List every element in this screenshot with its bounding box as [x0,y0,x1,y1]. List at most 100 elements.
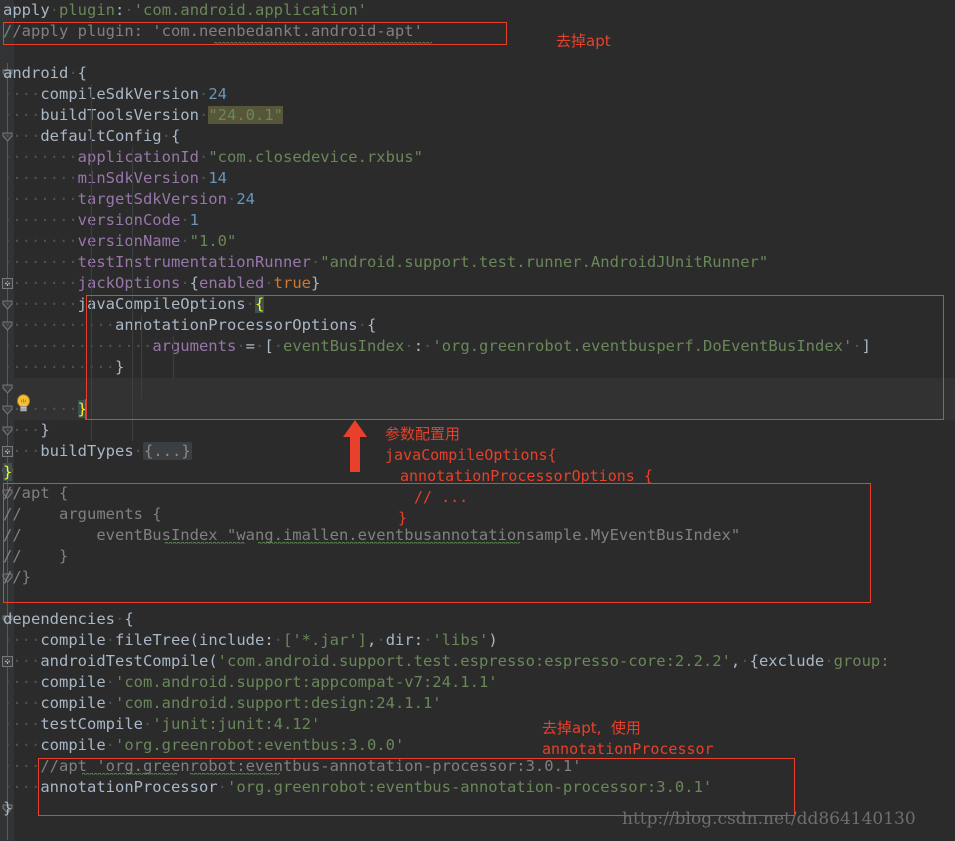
code-line[interactable]: ····androidTestCompile('com.android.supp… [0,651,955,672]
code-line[interactable] [0,42,955,63]
code-line[interactable]: ········testInstrumentationRunner·"andro… [0,252,955,273]
code-token: buildTypes [40,442,133,460]
code-line[interactable] [0,588,955,609]
code-token: · [236,337,245,355]
code-token: } [311,274,320,292]
indent-guide [91,378,92,399]
code-token: 1 [190,211,199,229]
code-token: ········ [3,190,78,208]
indent-guide [91,294,92,315]
code-line[interactable]: // } [0,546,955,567]
code-token: arguments [152,337,236,355]
indent-guide [132,357,133,378]
code-line[interactable]: ····buildToolsVersion·"24.0.1" [0,105,955,126]
code-line[interactable]: ····compileSdkVersion·24 [0,84,955,105]
indent-guide [173,357,174,378]
indent-guide [132,231,133,252]
code-token: buildToolsVersion [40,106,199,124]
code-token: testInstrumentationRunner [78,253,311,271]
code-line[interactable]: ········targetSdkVersion·24 [0,189,955,210]
indent-guide [91,420,92,441]
code-token: "android.support.test.runner.AndroidJUni… [320,253,768,271]
code-line[interactable]: android·{ [0,63,955,84]
code-token: versionCode [78,211,181,229]
code-area[interactable]: apply·plugin:·'com.android.application'/… [0,0,955,841]
code-token: · [143,715,152,733]
code-line[interactable]: ············annotationProcessorOptions·{ [0,315,955,336]
inspection-squiggle [214,41,432,44]
code-line[interactable]: ····} [0,420,955,441]
code-line[interactable]: ····defaultConfig·{ [0,126,955,147]
code-token: 'org.greenrobot:eventbus:3.0.0' [115,736,404,754]
code-line[interactable]: ····compile·'com.android.support:appcomp… [0,672,955,693]
code-token: androidTestCompile [40,652,208,670]
indent-guide [132,189,133,210]
code-line[interactable]: ········applicationId·"com.closedevice.r… [0,147,955,168]
inspection-squiggle [190,772,280,775]
code-token: · [68,64,77,82]
code-token: · [264,274,273,292]
code-token: : [414,631,423,649]
code-token: ( [208,652,217,670]
code-token: apply [3,1,50,19]
code-token: dependencies [3,610,115,628]
code-token: ···· [3,715,40,733]
code-token: plugin [59,1,115,19]
code-line[interactable]: //apt { [0,483,955,504]
indent-guide [91,273,92,294]
code-line[interactable]: //apply plugin: 'com.neenbedankt.android… [0,21,955,42]
code-token: · [852,337,861,355]
code-line[interactable]: apply·plugin:·'com.android.application' [0,0,955,21]
code-token: · [199,169,208,187]
code-line[interactable] [0,378,955,399]
code-token: ] [862,337,871,355]
code-line[interactable]: //} [0,567,955,588]
code-line[interactable]: ········} [0,399,955,420]
code-line[interactable]: // arguments { [0,504,955,525]
code-line[interactable]: ····testCompile·'junit:junit:4.12' [0,714,955,735]
code-token: · [274,631,283,649]
code-token: · [134,442,143,460]
code-token: · [50,1,59,19]
code-token: 'org.greenrobot.eventbusperf.DoEventBusI… [432,337,852,355]
code-token: , [367,631,376,649]
code-line[interactable]: } [0,798,955,819]
code-token: 'org.greenrobot:eventbus-annotation-proc… [227,778,712,796]
code-token: ···· [3,736,40,754]
code-line[interactable]: ········minSdkVersion·14 [0,168,955,189]
indent-guide [173,336,174,357]
code-token: ········ [3,253,78,271]
code-token: 'com.android.support:design:24.1.1' [115,694,442,712]
code-token: } [40,421,49,439]
indent-guide [141,357,142,378]
indent-guide [141,378,142,399]
code-line[interactable]: ········versionCode·1 [0,210,955,231]
code-line[interactable]: ····compile·'com.android.support:design:… [0,693,955,714]
code-line[interactable]: ····compile·'org.greenrobot:eventbus:3.0… [0,735,955,756]
indent-guide [141,315,142,336]
code-line[interactable]: ····buildTypes·{...} [0,441,955,462]
code-token: · [423,337,432,355]
code-token: ············ [3,358,115,376]
code-line[interactable]: } [0,462,955,483]
code-line[interactable]: ········javaCompileOptions·{ [0,294,955,315]
code-token: { [750,652,759,670]
code-token: enabled [199,274,264,292]
code-token: · [199,106,208,124]
code-line[interactable]: ····annotationProcessor·'org.greenrobot:… [0,777,955,798]
code-line[interactable]: ····compile·fileTree(include:·['*.jar'],… [0,630,955,651]
code-line[interactable]: ········versionName·"1.0" [0,231,955,252]
code-token: ········ [3,232,78,250]
lightbulb-icon[interactable] [16,394,31,413]
code-token: ········ [3,400,78,418]
code-line[interactable]: ········jackOptions·{enabled·true} [0,273,955,294]
code-editor[interactable]: apply·plugin:·'com.android.application'/… [0,0,955,841]
code-token: compile [40,736,105,754]
code-token: · [180,232,189,250]
code-line[interactable]: dependencies·{ [0,609,955,630]
code-line[interactable]: ············} [0,357,955,378]
code-token: · [404,337,413,355]
code-line[interactable]: ················arguments·=·[·eventBusIn… [0,336,955,357]
code-token: ········ [3,274,78,292]
code-token: · [106,736,115,754]
